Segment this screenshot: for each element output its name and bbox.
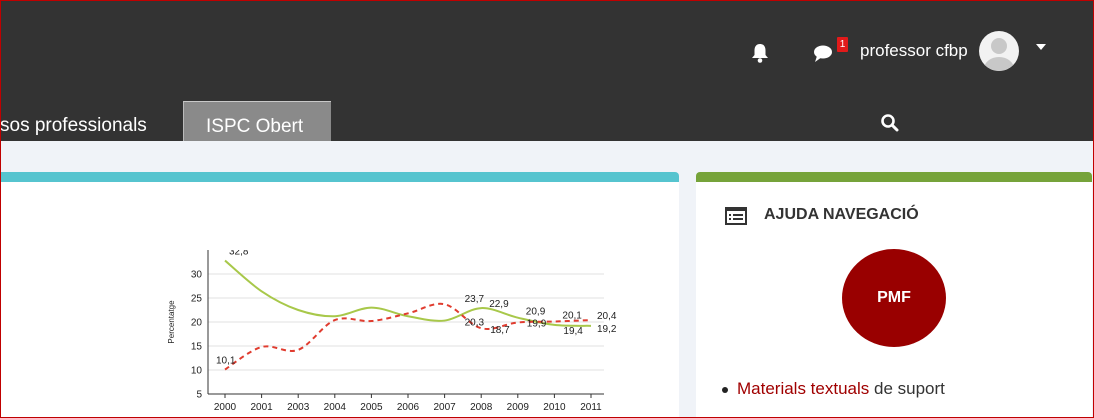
pmf-label: PMF: [877, 289, 911, 306]
user-name[interactable]: professor cfbp: [860, 40, 968, 62]
x-tick-label: 2005: [360, 402, 383, 413]
x-tick-label: 2011: [580, 402, 602, 413]
data-label: 20,9: [526, 307, 546, 318]
materials-link[interactable]: Materials textuals: [737, 379, 869, 398]
tab-ispc-obert-label: ISPC Obert: [206, 116, 304, 137]
data-label: 19,2: [597, 324, 617, 335]
x-tick-label: 2006: [397, 402, 420, 413]
data-label: 23,7: [465, 294, 485, 305]
data-label: 20,4: [597, 311, 617, 322]
list-item: Materials textuals de suport: [722, 378, 945, 400]
y-tick-label: 20: [191, 318, 203, 329]
avatar[interactable]: [979, 31, 1019, 71]
y-tick-label: 10: [191, 366, 203, 377]
chat-bubble-icon[interactable]: [812, 44, 834, 64]
x-tick-label: 2003: [287, 402, 310, 413]
data-label: 10,1: [216, 356, 236, 367]
y-axis-label: Percentatge: [167, 300, 176, 344]
x-tick-label: 2009: [507, 402, 530, 413]
line-chart: 5 10 15 20 25 30 2000 2001 2003 2004 2005 2006 2007 2…: [167, 250, 617, 413]
data-label: 18,7: [490, 325, 510, 336]
x-tick-label: 2010: [543, 402, 566, 413]
bell-icon[interactable]: [750, 42, 770, 64]
list-icon: [725, 207, 747, 225]
x-tick-label: 2004: [324, 402, 347, 413]
x-tick-label: 2001: [250, 402, 273, 413]
y-tick-label: 15: [191, 342, 203, 353]
x-tick-label: 2000: [214, 402, 237, 413]
y-tick-label: 5: [196, 390, 202, 401]
panel-title: AJUDA NAVEGACIÓ: [764, 206, 919, 223]
tab-ispc-obert[interactable]: ISPC Obert: [183, 101, 331, 141]
bullet: [722, 386, 728, 393]
y-tick-label: 30: [191, 270, 203, 281]
x-tick-label: 2007: [433, 402, 456, 413]
messages-badge: 1: [837, 37, 848, 52]
data-label: 20,1: [562, 311, 582, 322]
pmf-button[interactable]: PMF: [842, 249, 946, 347]
data-label: 19,4: [563, 326, 583, 337]
caret-down-icon[interactable]: [1036, 44, 1046, 50]
data-label: 20,3: [465, 318, 485, 329]
tab-cursos-professionals[interactable]: sos professionals: [0, 114, 147, 138]
data-label: 22,9: [489, 299, 509, 310]
x-tick-label: 2008: [470, 402, 493, 413]
data-label: 32,8: [229, 250, 249, 258]
user-avatar-icon: [984, 38, 1014, 71]
y-tick-label: 25: [191, 294, 203, 305]
list-item-rest: de suport: [869, 379, 945, 398]
data-label: 19,9: [527, 318, 547, 329]
top-navbar: 1 professor cfbp sos professionals ISPC …: [0, 0, 1094, 141]
search-icon[interactable]: [880, 113, 900, 133]
